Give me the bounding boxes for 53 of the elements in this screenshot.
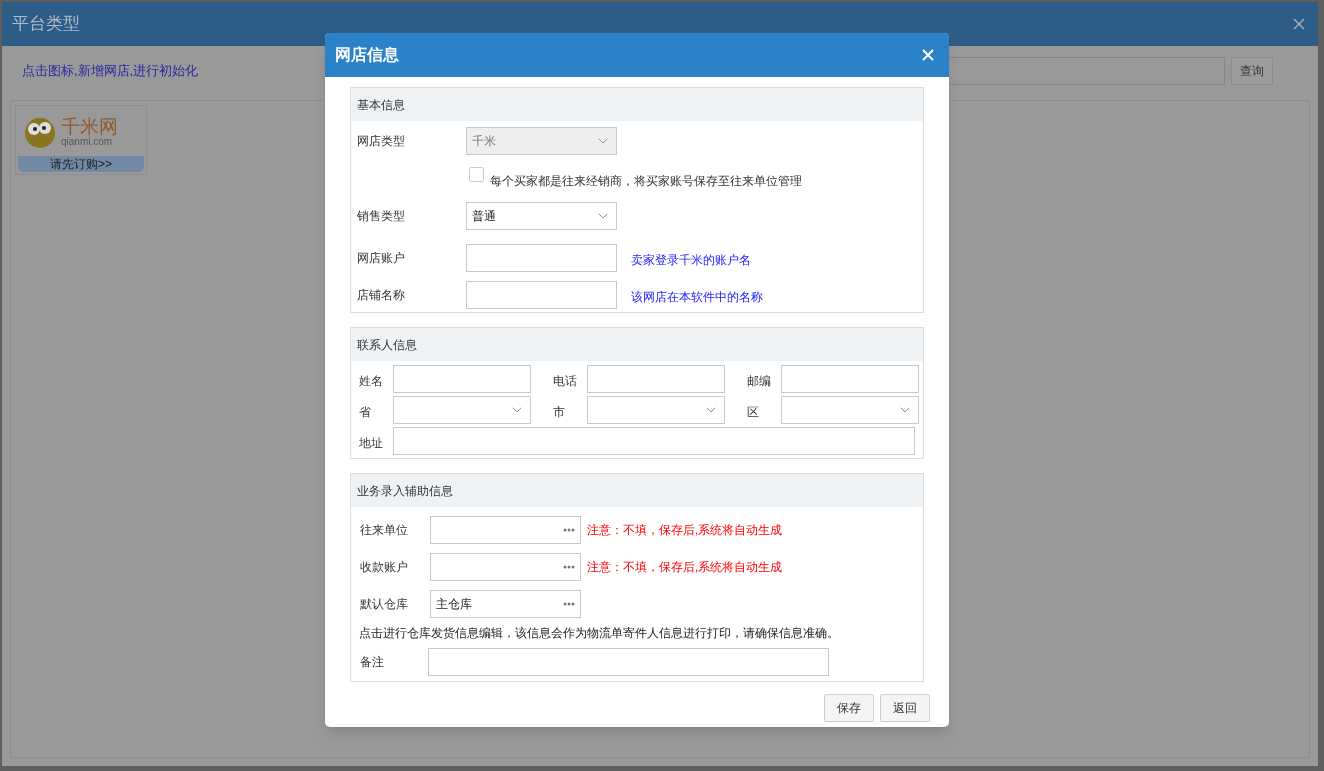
- field-label: 邮编: [747, 373, 772, 390]
- field-label: 地址: [359, 435, 384, 452]
- field-label: 区: [747, 404, 760, 421]
- field-label: 默认仓库: [359, 596, 409, 613]
- input-field[interactable]: [587, 365, 725, 393]
- order-banner[interactable]: 请先订购>>: [18, 156, 144, 172]
- field-hint: 卖家登录千米的账户名: [631, 252, 751, 269]
- info-text: 点击进行仓库发货信息编辑，该信息会作为物流单寄件人信息进行打印，请确保信息准确。: [358, 625, 840, 642]
- field-label: 备注: [359, 654, 385, 671]
- field-label: 姓名: [359, 373, 384, 390]
- field-hint: 该网店在本软件中的名称: [631, 289, 763, 306]
- input-field[interactable]: [466, 244, 617, 272]
- owl-logo-icon: [23, 115, 57, 149]
- hint-link[interactable]: 点击图标,新增网店,进行初始化: [22, 61, 199, 81]
- logo-domain: qianmi.com: [61, 137, 114, 147]
- field-label: 网店类型: [357, 133, 406, 150]
- select-field[interactable]: [781, 396, 919, 424]
- section-header: 基本信息: [351, 88, 923, 121]
- picker-field[interactable]: [430, 516, 581, 544]
- window-title: 平台类型: [12, 13, 80, 36]
- section-header: 业务录入辅助信息: [351, 474, 923, 507]
- field-label: 网店账户: [357, 250, 406, 267]
- section-header: 联系人信息: [351, 328, 923, 361]
- select-field[interactable]: [587, 396, 725, 424]
- field-label: 市: [553, 404, 566, 421]
- field-label: 店铺名称: [357, 287, 406, 304]
- input-field[interactable]: [466, 281, 617, 309]
- input-field[interactable]: [781, 365, 919, 393]
- picker-field[interactable]: [430, 553, 581, 581]
- dialog-button[interactable]: 返回: [880, 694, 930, 722]
- field-label: 销售类型: [357, 208, 406, 225]
- checkbox-label: 每个买家都是往来经销商，将买家账号保存至往来单位管理: [490, 173, 802, 190]
- warning-note: 注意：不填，保存后,系统将自动生成: [587, 559, 783, 576]
- platform-tile[interactable]: 千米网 qianmi.com 请先订购>>: [15, 105, 147, 175]
- input-field[interactable]: [393, 365, 531, 393]
- checkbox[interactable]: [469, 167, 484, 182]
- field-label: 省: [359, 404, 372, 421]
- dialog-title: 网店信息: [335, 45, 399, 65]
- ellipsis-icon[interactable]: [563, 602, 575, 606]
- field-label: 往来单位: [359, 522, 409, 539]
- ellipsis-icon[interactable]: [563, 565, 575, 569]
- field-label: 电话: [553, 373, 578, 390]
- ellipsis-icon[interactable]: [563, 528, 575, 532]
- select-field[interactable]: [393, 396, 531, 424]
- query-button[interactable]: 查询: [1231, 57, 1273, 85]
- logo-text: 千米网: [61, 117, 118, 136]
- warning-note: 注意：不填，保存后,系统将自动生成: [587, 522, 783, 539]
- field-label: 收款账户: [359, 559, 409, 576]
- input-field[interactable]: [393, 427, 915, 455]
- select-field[interactable]: 普通: [466, 202, 617, 230]
- picker-field[interactable]: 主仓库: [430, 590, 581, 618]
- dialog-button[interactable]: 保存: [824, 694, 874, 722]
- input-field[interactable]: [428, 648, 829, 676]
